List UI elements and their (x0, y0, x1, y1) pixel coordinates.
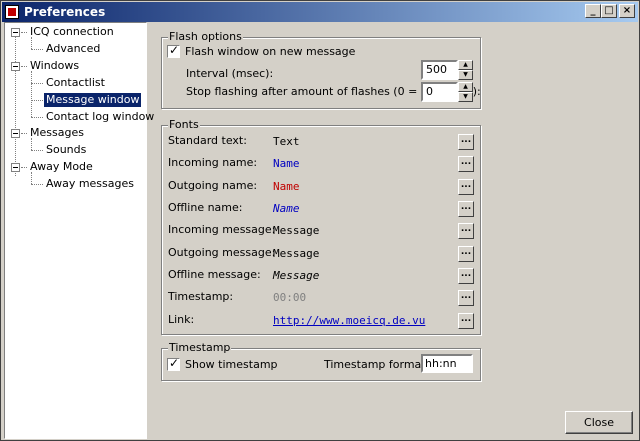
timestamp-title: Timestamp (168, 341, 232, 355)
caption-buttons: _ □ × (585, 4, 635, 18)
font-row-label: Incoming name: (168, 156, 258, 169)
interval-spinner[interactable]: ▲ ▼ (458, 60, 473, 80)
timestamp-format-label: Timestamp format: (324, 358, 430, 371)
maximize-button[interactable]: □ (601, 4, 617, 18)
spin-down-icon[interactable]: ▼ (458, 92, 473, 102)
tree-item-message-window[interactable]: Message window (42, 92, 143, 108)
font-sample: Message (273, 224, 320, 237)
font-sample: Name (273, 157, 300, 170)
choose-font-button[interactable]: ... (458, 290, 474, 306)
app-icon (5, 5, 19, 19)
tree-item-icq-connection[interactable]: ICQ connection (28, 25, 116, 39)
stop-flashing-input[interactable]: 0 (421, 82, 458, 102)
timestamp-format-input[interactable]: hh:nn (421, 354, 473, 373)
close-button[interactable]: Close (565, 411, 633, 434)
tree-item-messages[interactable]: Messages (28, 126, 86, 140)
tree-connector (15, 36, 16, 176)
tree-connector (31, 71, 32, 117)
choose-font-button[interactable]: ... (458, 223, 474, 239)
spin-up-icon[interactable]: ▲ (458, 60, 473, 70)
font-sample: Name (273, 202, 300, 215)
tree-connector (31, 100, 43, 101)
font-sample: 00:00 (273, 291, 307, 304)
flash-options-title: Flash options (168, 30, 243, 44)
font-row-label: Offline name: (168, 201, 243, 214)
checkmark-icon: ✓ (169, 356, 180, 370)
font-row-label: Incoming message: (168, 223, 276, 236)
minimize-button[interactable]: _ (585, 4, 601, 18)
close-window-button[interactable]: × (619, 4, 635, 18)
tree-connector (31, 150, 43, 151)
font-row-label: Link: (168, 313, 195, 326)
tree-item-contact-log-window[interactable]: Contact log window (44, 110, 156, 124)
tree-connector (21, 66, 27, 67)
checkmark-icon: ✓ (169, 43, 180, 57)
window-title: Preferences (24, 5, 106, 19)
collapse-icon[interactable] (11, 129, 20, 138)
choose-font-button[interactable]: ... (458, 246, 474, 262)
tree-item-sounds[interactable]: Sounds (44, 143, 88, 157)
collapse-icon[interactable] (11, 163, 20, 172)
tree-connector (21, 167, 27, 168)
font-sample: Name (273, 180, 300, 193)
preferences-tree[interactable]: ICQ connection Advanced Windows Contactl… (4, 22, 154, 439)
tree-item-windows[interactable]: Windows (28, 59, 81, 73)
choose-font-button[interactable]: ... (458, 268, 474, 284)
tree-item-contactlist[interactable]: Contactlist (44, 76, 107, 90)
tree-connector (21, 32, 27, 33)
spin-up-icon[interactable]: ▲ (458, 82, 473, 92)
interval-label: Interval (msec): (186, 67, 274, 80)
font-sample: Message (273, 247, 320, 260)
show-timestamp-label: Show timestamp (185, 358, 278, 371)
tree-connector (31, 83, 43, 84)
font-row-label: Timestamp: (168, 290, 234, 303)
tree-connector (21, 133, 27, 134)
font-sample: Text (273, 135, 300, 148)
preferences-window: Preferences _ □ × ICQ connection Advance… (0, 0, 640, 441)
font-sample: Message (273, 269, 320, 282)
collapse-icon[interactable] (11, 62, 20, 71)
tree-connector (31, 117, 43, 118)
choose-font-button[interactable]: ... (458, 179, 474, 195)
tree-item-away-mode[interactable]: Away Mode (28, 160, 95, 174)
flash-window-checkbox[interactable]: ✓ (167, 43, 180, 58)
tree-item-advanced[interactable]: Advanced (44, 42, 102, 56)
font-row-label: Outgoing message: (168, 246, 276, 259)
choose-font-button[interactable]: ... (458, 313, 474, 329)
show-timestamp-checkbox[interactable]: ✓ (167, 356, 180, 371)
tree-connector (31, 184, 43, 185)
choose-font-button[interactable]: ... (458, 201, 474, 217)
font-row-label: Standard text: (168, 134, 247, 147)
collapse-icon[interactable] (11, 28, 20, 37)
tree-item-away-messages[interactable]: Away messages (44, 177, 136, 191)
fonts-title: Fonts (168, 118, 200, 132)
spin-down-icon[interactable]: ▼ (458, 70, 473, 80)
title-bar[interactable]: Preferences _ □ × (2, 2, 638, 22)
font-row-label: Offline message: (168, 268, 261, 281)
font-sample: http://www.moeicq.de.vu (273, 314, 426, 327)
choose-font-button[interactable]: ... (458, 156, 474, 172)
tree-connector (31, 49, 43, 50)
font-row-label: Outgoing name: (168, 179, 258, 192)
choose-font-button[interactable]: ... (458, 134, 474, 150)
stop-flashing-spinner[interactable]: ▲ ▼ (458, 82, 473, 102)
interval-input[interactable]: 500 (421, 60, 458, 80)
flash-window-label: Flash window on new message (185, 45, 356, 58)
